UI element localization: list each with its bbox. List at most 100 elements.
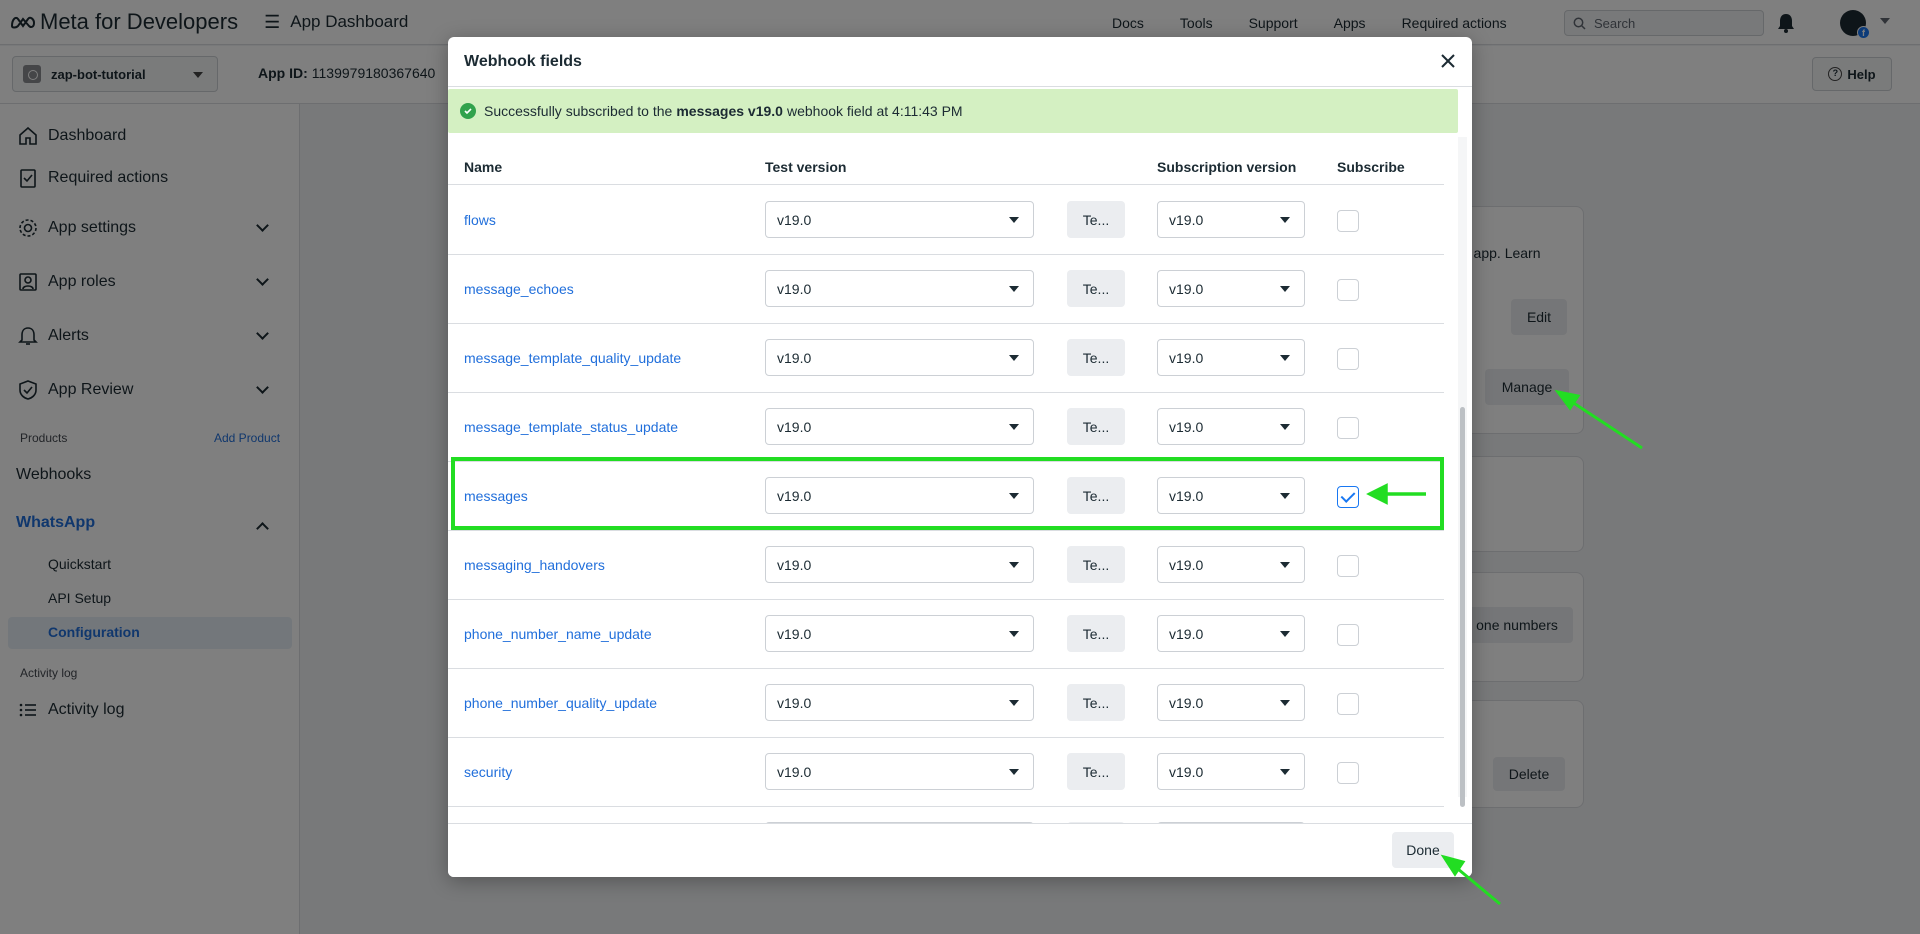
test-button[interactable]: Te... (1067, 546, 1125, 583)
success-banner: Successfully subscribed to the messages … (448, 89, 1458, 133)
webhook-field-link[interactable]: phone_number_name_update (464, 626, 652, 642)
test-button[interactable]: Te... (1067, 339, 1125, 376)
table-row: phone_number_name_update v19.0 Te... v19.0 (448, 600, 1444, 669)
alert-prefix: Successfully subscribed to the (484, 103, 673, 119)
test-button-label: Te... (1082, 625, 1110, 642)
dialog-title: Webhook fields (464, 53, 582, 70)
test-button-label: Te... (1082, 556, 1110, 573)
test-version-select[interactable]: v19.0 (765, 753, 1034, 790)
subscription-version-value: v19.0 (1169, 418, 1204, 435)
test-version-value: v19.0 (777, 349, 812, 366)
subscription-version-value: v19.0 (1169, 625, 1204, 642)
test-version-value: v19.0 (777, 556, 812, 573)
test-button-label: Te... (1082, 763, 1110, 780)
done-label: Done (1406, 842, 1440, 858)
alert-suffix: webhook field at 4:11:43 PM (786, 103, 963, 119)
webhook-field-link[interactable]: security (464, 764, 512, 780)
column-header-subscribe: Subscribe (1337, 159, 1405, 175)
dropdown-caret-icon (1280, 769, 1290, 775)
dropdown-caret-icon (1009, 631, 1019, 637)
dropdown-caret-icon (1280, 700, 1290, 706)
subscription-version-value: v19.0 (1169, 211, 1204, 228)
test-button-label: Te... (1082, 211, 1110, 228)
column-header-name: Name (464, 159, 503, 175)
subscription-version-select[interactable]: v19.0 (1157, 615, 1305, 652)
test-button[interactable]: Te... (1067, 684, 1125, 721)
test-button-label: Te... (1082, 280, 1110, 297)
dropdown-caret-icon (1280, 424, 1290, 430)
subscription-version-value: v19.0 (1169, 349, 1204, 366)
test-button[interactable]: Te... (1067, 408, 1125, 445)
subscription-version-select[interactable]: v19.0 (1157, 684, 1305, 721)
dialog-footer: Done (448, 823, 1472, 877)
test-version-value: v19.0 (777, 694, 812, 711)
webhook-field-link[interactable]: message_template_status_update (464, 419, 678, 435)
table-row: security v19.0 Te... v19.0 (448, 738, 1444, 807)
dropdown-caret-icon (1280, 217, 1290, 223)
test-version-select[interactable]: v19.0 (765, 408, 1034, 445)
column-header-test-version: Test version (765, 159, 847, 175)
webhook-field-link[interactable]: message_echoes (464, 281, 574, 297)
subscription-version-value: v19.0 (1169, 556, 1204, 573)
table-row: message_template_quality_update v19.0 Te..… (448, 324, 1444, 393)
webhook-field-link[interactable]: messaging_handovers (464, 557, 605, 573)
dropdown-caret-icon (1009, 286, 1019, 292)
subscribe-checkbox[interactable] (1337, 624, 1359, 646)
webhook-field-link[interactable]: phone_number_quality_update (464, 695, 657, 711)
subscription-version-select[interactable]: v19.0 (1157, 339, 1305, 376)
dropdown-caret-icon (1009, 700, 1019, 706)
column-header-subscription-version: Subscription version (1157, 159, 1297, 175)
dropdown-caret-icon (1280, 286, 1290, 292)
test-button-label: Te... (1082, 694, 1110, 711)
subscribe-checkbox[interactable] (1337, 417, 1359, 439)
subscription-version-select[interactable]: v19.0 (1157, 408, 1305, 445)
table-row: message_template_status_update v19.0 Te...… (448, 393, 1444, 462)
test-version-select[interactable]: v19.0 (765, 201, 1034, 238)
test-button[interactable]: Te... (1067, 201, 1125, 238)
close-icon[interactable] (1438, 51, 1458, 71)
done-button[interactable]: Done (1392, 832, 1454, 868)
dropdown-caret-icon (1009, 217, 1019, 223)
table-row: message_echoes v19.0 Te... v19.0 (448, 255, 1444, 324)
subscription-version-select[interactable]: v19.0 (1157, 270, 1305, 307)
subscribe-checkbox[interactable] (1337, 279, 1359, 301)
webhook-field-link[interactable]: flows (464, 212, 496, 228)
table-row: phone_number_quality_update v19.0 Te... v19… (448, 669, 1444, 738)
dropdown-caret-icon (1009, 355, 1019, 361)
test-version-select[interactable]: v19.0 (765, 546, 1034, 583)
dropdown-caret-icon (1009, 424, 1019, 430)
table-row: flows v19.0 Te... v19.0 (448, 186, 1444, 255)
subscribe-checkbox[interactable] (1337, 693, 1359, 715)
subscribe-checkbox[interactable] (1337, 348, 1359, 370)
test-version-select[interactable]: v19.0 (765, 339, 1034, 376)
subscribe-checkbox[interactable] (1337, 210, 1359, 232)
dropdown-caret-icon (1009, 562, 1019, 568)
dropdown-caret-icon (1280, 631, 1290, 637)
test-version-value: v19.0 (777, 763, 812, 780)
test-version-select[interactable]: v19.0 (765, 270, 1034, 307)
messages-row-highlight (451, 457, 1444, 530)
test-button-label: Te... (1082, 418, 1110, 435)
test-button[interactable]: Te... (1067, 615, 1125, 652)
success-check-icon (460, 103, 476, 119)
subscribe-checkbox[interactable] (1337, 762, 1359, 784)
subscription-version-select[interactable]: v19.0 (1157, 201, 1305, 238)
test-version-value: v19.0 (777, 280, 812, 297)
dropdown-caret-icon (1280, 562, 1290, 568)
subscribe-checkbox[interactable] (1337, 555, 1359, 577)
test-button-label: Te... (1082, 349, 1110, 366)
webhook-field-link[interactable]: message_template_quality_update (464, 350, 681, 366)
test-button[interactable]: Te... (1067, 753, 1125, 790)
subscription-version-value: v19.0 (1169, 763, 1204, 780)
subscription-version-select[interactable]: v19.0 (1157, 546, 1305, 583)
scrollbar-thumb[interactable] (1460, 407, 1465, 807)
test-version-select[interactable]: v19.0 (765, 615, 1034, 652)
test-version-value: v19.0 (777, 625, 812, 642)
subscription-version-value: v19.0 (1169, 694, 1204, 711)
dropdown-caret-icon (1009, 769, 1019, 775)
test-version-select[interactable]: v19.0 (765, 684, 1034, 721)
subscription-version-select[interactable]: v19.0 (1157, 753, 1305, 790)
table-header: Name Test version Subscription version S… (448, 145, 1444, 185)
test-button[interactable]: Te... (1067, 270, 1125, 307)
alert-field: messages v19.0 (676, 103, 783, 119)
